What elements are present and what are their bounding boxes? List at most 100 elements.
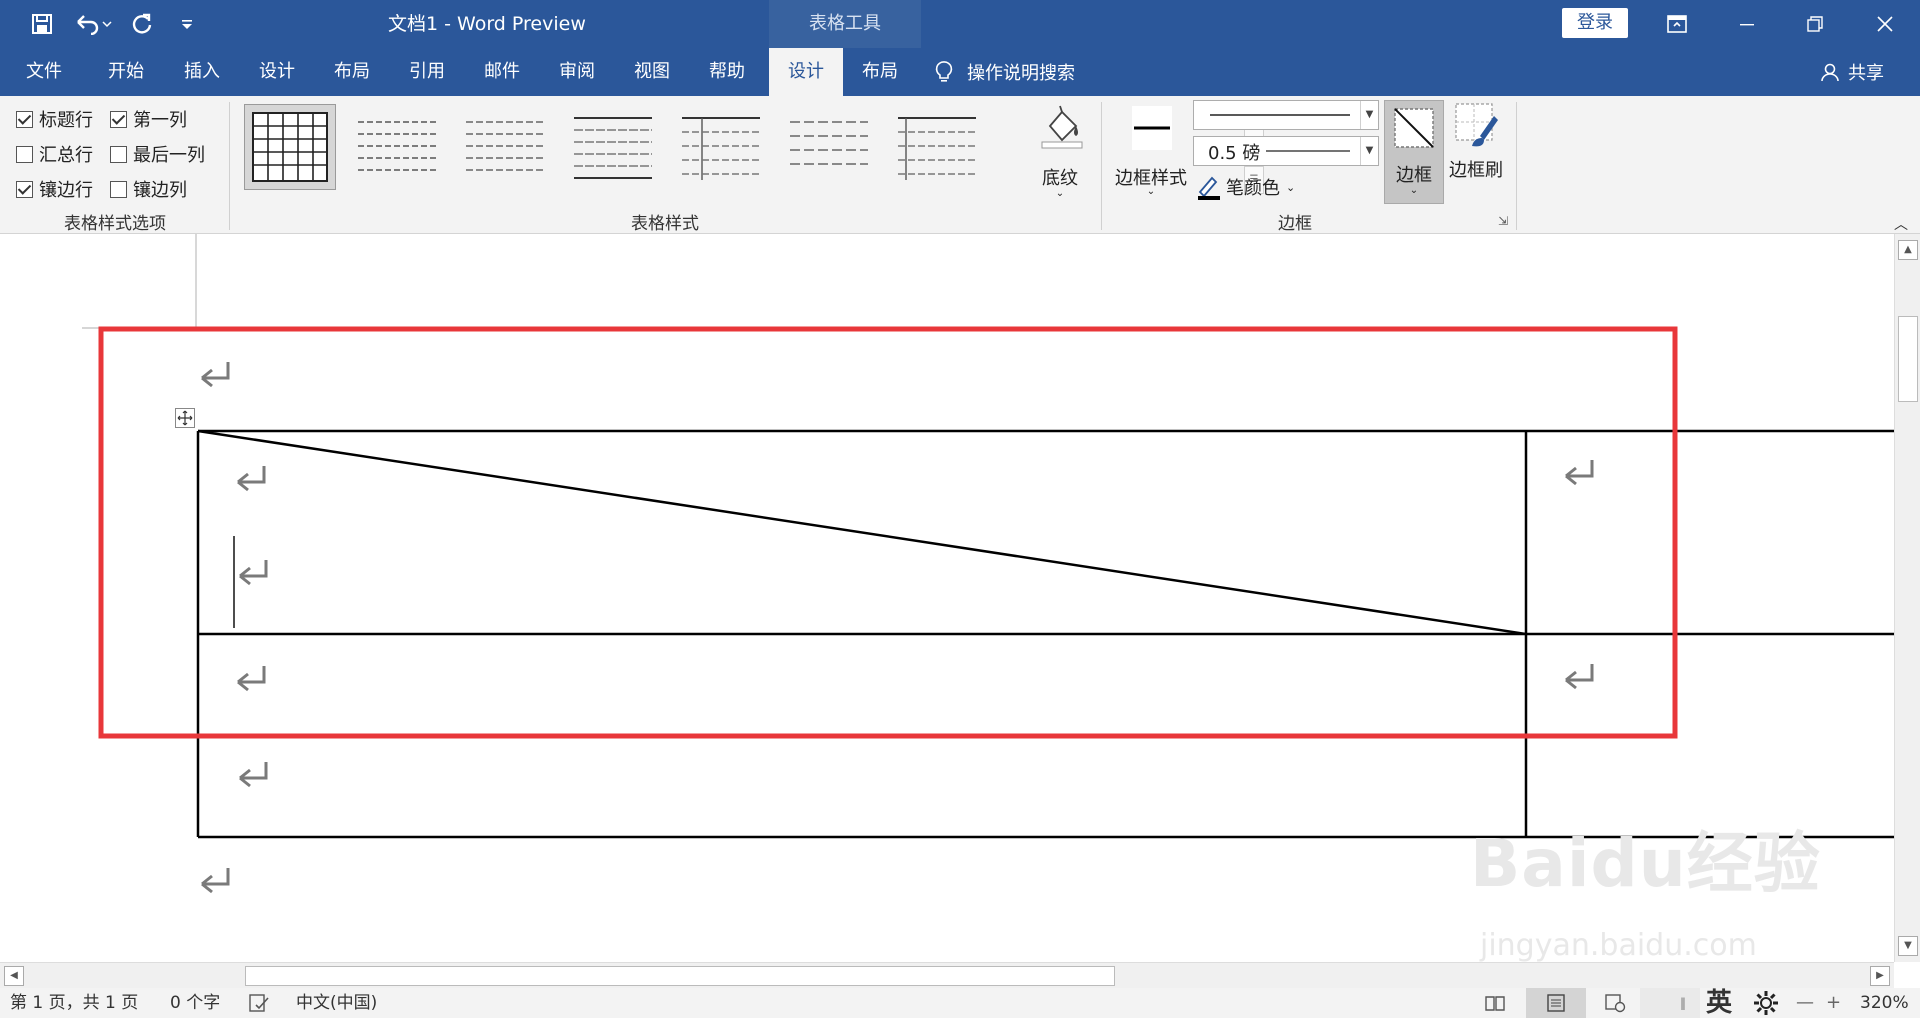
table-style-3[interactable] (460, 104, 552, 190)
ime-language[interactable]: 英 (1706, 988, 1732, 1018)
paragraph-mark-icon (1565, 460, 1594, 486)
line-weight-value: 0.5 磅 (1208, 143, 1261, 164)
close-icon[interactable] (1856, 0, 1914, 48)
tab-references[interactable]: 引用 (393, 48, 461, 96)
tab-insert[interactable]: 插入 (168, 48, 236, 96)
watermark-logo: Baidu经验 (1470, 825, 1821, 902)
language[interactable]: 中文(中国) (296, 988, 377, 1018)
paragraph-mark-icon (1565, 664, 1594, 690)
vertical-scroll-thumb[interactable] (1898, 316, 1918, 402)
paragraph-mark-icon (237, 666, 266, 692)
ime-settings-icon[interactable] (1752, 988, 1780, 1018)
banded-columns-checkbox[interactable]: 镶边列 (110, 176, 187, 202)
paragraph-mark-icon (239, 560, 268, 586)
tab-table-layout[interactable]: 布局 (846, 48, 914, 96)
zoom-in-button[interactable]: + (1826, 988, 1841, 1018)
total-row-checkbox[interactable]: 汇总行 (16, 141, 93, 167)
border-painter-button[interactable]: 边框刷 (1446, 100, 1506, 181)
last-column-checkbox[interactable]: 最后一列 (110, 141, 205, 167)
chevron-down-icon[interactable]: ▼ (1360, 101, 1378, 129)
zoom-level[interactable]: 320% (1860, 988, 1909, 1018)
chevron-down-icon[interactable]: ▼ (1360, 137, 1378, 165)
header-row-checkbox[interactable]: 标题行 (16, 106, 93, 132)
redo-icon[interactable] (124, 0, 160, 48)
scroll-up-button[interactable]: ▲ (1898, 240, 1918, 260)
share-button[interactable]: 共享 (1820, 48, 1884, 96)
table-styles-gallery: ▲ ▼ ☰ (242, 102, 1264, 194)
share-label: 共享 (1848, 63, 1884, 84)
line-weight-combo[interactable]: 0.5 磅 ▼ (1193, 136, 1379, 166)
line-style-icon (1132, 106, 1172, 155)
paragraph-mark-icon (201, 362, 230, 388)
line-sample-icon (1266, 150, 1350, 152)
borders-button[interactable]: 边框 ⌄ (1384, 100, 1444, 204)
checkbox-unchecked (110, 180, 127, 198)
undo-icon[interactable] (68, 0, 118, 48)
ribbon: 标题行 第一列 汇总行 最后一列 镶边行 镶边列 表格样式选项 ☰ 底纹 ⌄ 表… (0, 96, 1920, 234)
table-style-grid[interactable] (244, 104, 336, 190)
table-tools-context-tab: 表格工具 (769, 0, 921, 48)
scroll-right-button[interactable]: ▶ (1870, 966, 1890, 986)
collapse-ribbon-icon[interactable]: ︿ (1894, 214, 1908, 234)
login-button[interactable]: 登录 (1562, 8, 1628, 38)
group-separator (1516, 102, 1517, 230)
group-separator (1101, 102, 1102, 230)
web-layout-icon[interactable] (1604, 988, 1626, 1018)
tab-table-design[interactable]: 设计 (769, 48, 843, 96)
checkbox-unchecked (110, 145, 127, 163)
paint-bucket-icon (1038, 104, 1084, 155)
tab-mailings[interactable]: 邮件 (468, 48, 536, 96)
customize-qat-icon[interactable] (172, 0, 202, 48)
zoom-out-button[interactable]: — (1796, 988, 1814, 1018)
table-style-5[interactable] (676, 104, 768, 190)
checkbox-label: 汇总行 (39, 145, 93, 166)
ribbon-display-options-icon[interactable] (1648, 0, 1706, 48)
checkbox-checked (110, 110, 127, 128)
border-painter-label: 边框刷 (1449, 160, 1503, 181)
minimize-icon[interactable] (1718, 0, 1776, 48)
restore-icon[interactable] (1786, 0, 1844, 48)
checkbox-label: 第一列 (133, 110, 187, 131)
borders-dialog-launcher-icon[interactable]: ⇲ (1498, 214, 1508, 228)
chevron-down-icon: ⌄ (1286, 180, 1296, 194)
table-style-2[interactable] (352, 104, 444, 190)
chevron-down-icon: ⌄ (1146, 186, 1156, 197)
person-icon (1820, 62, 1840, 82)
proofing-icon[interactable] (248, 988, 270, 1018)
first-column-checkbox[interactable]: 第一列 (110, 106, 187, 132)
style-options-group-label: 表格样式选项 (64, 214, 166, 234)
tab-file[interactable]: 文件 (8, 48, 80, 96)
lightbulb-icon (935, 60, 953, 84)
save-icon[interactable] (22, 0, 62, 48)
paragraph-mark-icon (201, 868, 230, 894)
table-style-4[interactable] (568, 104, 660, 190)
print-layout-icon[interactable] (1526, 988, 1586, 1018)
tab-view[interactable]: 视图 (618, 48, 686, 96)
tab-review[interactable]: 审阅 (543, 48, 611, 96)
read-mode-icon[interactable] (1484, 988, 1506, 1018)
word-count[interactable]: 0 个字 (170, 988, 220, 1018)
tab-layout[interactable]: 布局 (318, 48, 386, 96)
table-style-6[interactable] (784, 104, 876, 190)
pen-color-button[interactable]: 笔颜色 ⌄ (1196, 172, 1295, 202)
scroll-left-button[interactable]: ◀ (4, 966, 24, 986)
border-styles-button[interactable]: 边框样式 ⌄ (1114, 102, 1188, 206)
table-move-handle-icon[interactable] (175, 408, 195, 428)
banded-rows-checkbox[interactable]: 镶边行 (16, 176, 93, 202)
shading-button[interactable]: 底纹 ⌄ (1032, 104, 1088, 204)
page-count[interactable]: 第 1 页，共 1 页 (10, 988, 138, 1018)
vertical-scrollbar[interactable]: ▲ ▼ (1894, 234, 1920, 962)
tell-me-search[interactable]: 操作说明搜索 (935, 48, 1075, 96)
title-bar: 文档1 - Word Preview 表格工具 登录 (0, 0, 1920, 48)
watermark-url: jingyan.baidu.com (1480, 928, 1757, 963)
scroll-down-button[interactable]: ▼ (1898, 936, 1918, 956)
table-style-7[interactable] (892, 104, 984, 190)
table-styles-group-label: 表格样式 (631, 214, 699, 234)
tab-design[interactable]: 设计 (243, 48, 311, 96)
tab-home[interactable]: 开始 (92, 48, 160, 96)
tab-help[interactable]: 帮助 (693, 48, 761, 96)
border-painter-icon (1454, 102, 1500, 153)
horizontal-scrollbar[interactable]: ◀ ▶ (0, 962, 1894, 988)
line-style-combo[interactable]: ▼ (1193, 100, 1379, 130)
horizontal-scroll-thumb[interactable] (245, 966, 1115, 986)
